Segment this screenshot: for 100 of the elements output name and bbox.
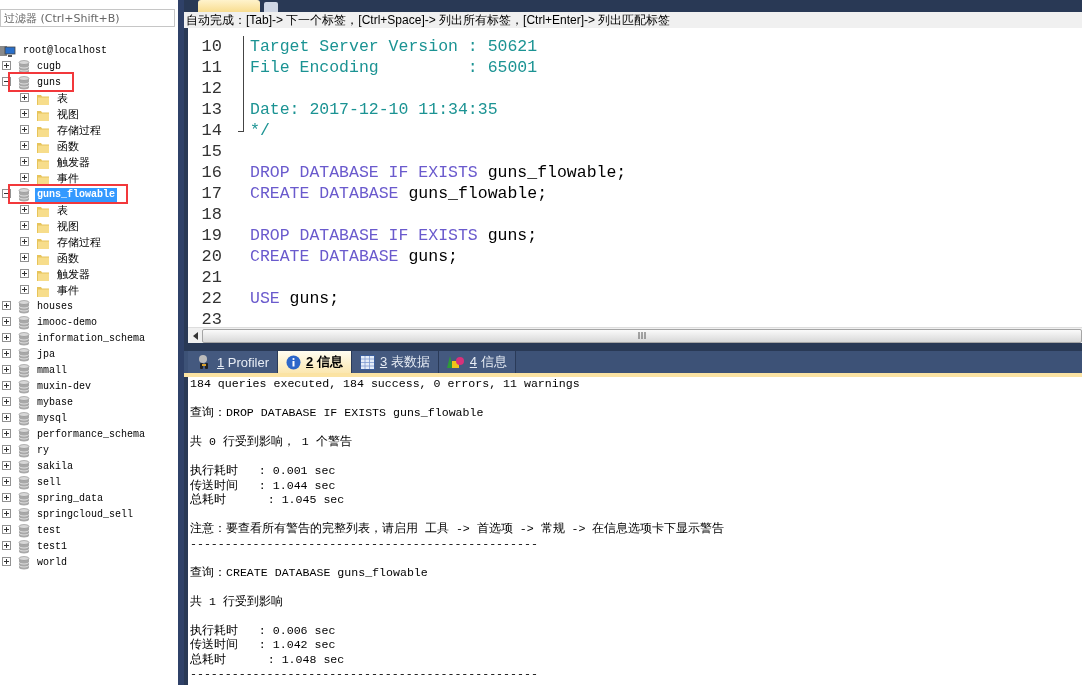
folder-item[interactable]: 表 [55, 92, 70, 106]
database-item[interactable]: imooc-demo [35, 316, 99, 330]
line-number: 16 [200, 163, 222, 182]
database-icon [18, 396, 30, 410]
filter-field[interactable]: 过滤器 (Ctrl+Shift+B) [0, 9, 175, 27]
expand-icon[interactable] [20, 93, 29, 102]
expand-icon[interactable] [20, 237, 29, 246]
collapse-icon[interactable] [2, 77, 11, 86]
folder-icon [36, 124, 50, 138]
database-icon [18, 60, 30, 74]
collapse-icon[interactable] [2, 189, 11, 198]
database-item[interactable]: springcloud_sell [35, 508, 135, 522]
database-item[interactable]: sakila [35, 460, 75, 474]
server-icon [0, 44, 16, 58]
expand-icon[interactable] [2, 413, 11, 422]
output-line: -------------------------------------------------- [190, 536, 539, 551]
code-line: DROP DATABASE IF EXISTS guns_flowable; [249, 163, 627, 182]
database-item[interactable]: jpa [35, 348, 57, 362]
code-line: */ [249, 121, 270, 140]
expand-icon[interactable] [20, 173, 29, 182]
database-item[interactable]: world [35, 556, 69, 570]
grid-icon [359, 354, 375, 370]
folder-item[interactable]: 表 [55, 204, 70, 218]
expand-icon[interactable] [20, 109, 29, 118]
expand-icon[interactable] [2, 429, 11, 438]
server-label[interactable]: root@localhost [21, 44, 109, 58]
expand-icon[interactable] [2, 445, 11, 454]
folder-item[interactable]: 存储过程 [55, 236, 103, 250]
output-line: 184 queries executed, 184 success, 0 errors, 11 warnings [190, 377, 581, 392]
database-item[interactable]: test1 [35, 540, 69, 554]
output-line: 总耗时 : 1.048 sec [190, 652, 346, 667]
line-number: 11 [200, 58, 222, 77]
database-icon [18, 316, 30, 330]
expand-icon[interactable] [20, 141, 29, 150]
shapes-icon [446, 354, 465, 370]
expand-icon[interactable] [20, 125, 29, 134]
folder-icon [36, 140, 50, 154]
folder-item[interactable]: 函数 [55, 252, 81, 266]
folder-item[interactable]: 事件 [55, 172, 81, 186]
line-number: 17 [200, 184, 222, 203]
folder-item[interactable]: 触发器 [55, 156, 92, 170]
database-item[interactable]: information_schema [35, 332, 148, 346]
database-item[interactable]: muxin-dev [35, 380, 93, 394]
database-icon [18, 332, 30, 346]
database-item[interactable]: mmall [35, 364, 69, 378]
database-item[interactable]: spring_data [35, 492, 105, 506]
database-icon [18, 348, 30, 362]
line-number: 13 [200, 100, 222, 119]
expand-icon[interactable] [20, 205, 29, 214]
database-item[interactable]: houses [35, 300, 75, 314]
result-tab[interactable]: 4 信息 [438, 351, 516, 373]
expand-icon[interactable] [20, 285, 29, 294]
expand-icon[interactable] [2, 301, 11, 310]
expand-icon[interactable] [2, 365, 11, 374]
database-item[interactable]: mysql [35, 412, 69, 426]
expand-icon[interactable] [2, 61, 11, 70]
expand-icon[interactable] [2, 333, 11, 342]
folder-icon [36, 268, 50, 282]
expand-icon[interactable] [2, 461, 11, 470]
left-arrow-icon[interactable] [192, 331, 198, 340]
expand-icon[interactable] [2, 525, 11, 534]
expand-icon[interactable] [20, 269, 29, 278]
folder-item[interactable]: 事件 [55, 284, 81, 298]
database-icon [18, 540, 30, 554]
output-line: 注意：要查看所有警告的完整列表，请启用 工具 -> 首选项 -> 常规 -> 在信息选项卡下显示警告 [190, 522, 726, 537]
code-line: CREATE DATABASE guns; [249, 247, 458, 266]
database-item[interactable]: cugb [35, 60, 63, 74]
expand-icon[interactable] [2, 493, 11, 502]
expand-icon[interactable] [2, 381, 11, 390]
horizontal-scrollbar[interactable] [188, 327, 1082, 343]
database-icon [18, 412, 30, 426]
result-tab[interactable]: 3 表数据 [351, 351, 439, 373]
line-number: 22 [200, 289, 222, 308]
folder-item[interactable]: 视图 [55, 108, 81, 122]
expand-icon[interactable] [2, 349, 11, 358]
result-tab[interactable]: 1 Profiler [188, 351, 279, 373]
expand-icon[interactable] [2, 509, 11, 518]
folder-item[interactable]: 函数 [55, 140, 81, 154]
result-tab[interactable]: 2 信息 [278, 351, 352, 373]
database-item[interactable]: sell [35, 476, 63, 490]
folder-item[interactable]: 存储过程 [55, 124, 103, 138]
database-item[interactable]: guns [35, 76, 63, 90]
expand-icon[interactable] [2, 317, 11, 326]
folder-item[interactable]: 视图 [55, 220, 81, 234]
folder-icon [36, 172, 50, 186]
database-item[interactable]: performance_schema [35, 428, 148, 442]
database-item[interactable]: mybase [35, 396, 75, 410]
expand-icon[interactable] [2, 541, 11, 550]
database-item[interactable]: test [35, 524, 63, 538]
expand-icon[interactable] [20, 157, 29, 166]
database-item[interactable]: ry [35, 444, 51, 458]
expand-icon[interactable] [2, 557, 11, 566]
expand-icon[interactable] [20, 221, 29, 230]
folder-item[interactable]: 触发器 [55, 268, 92, 282]
folder-icon [36, 92, 50, 106]
database-icon [18, 476, 30, 490]
expand-icon[interactable] [2, 477, 11, 486]
expand-icon[interactable] [20, 253, 29, 262]
output-line: -------------------------------------------------- [190, 667, 539, 682]
expand-icon[interactable] [2, 397, 11, 406]
